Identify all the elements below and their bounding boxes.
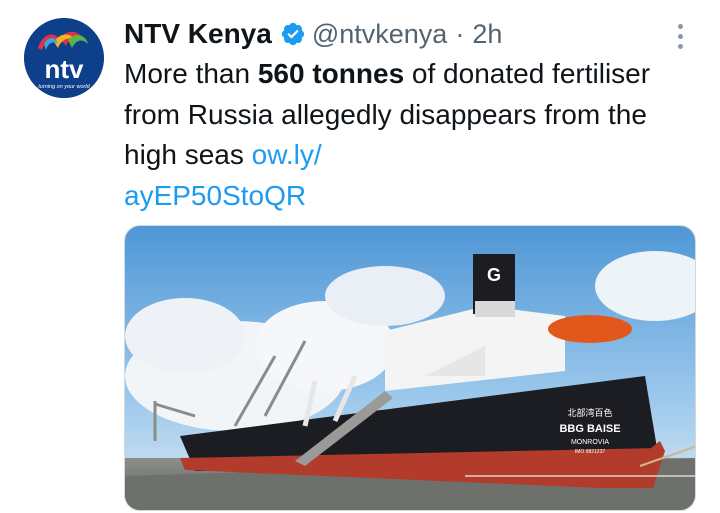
tweet-header: NTV Kenya @ntvkenya · 2h [124,14,502,54]
tweet-text-part1: More than [124,58,258,89]
tweet-media-photo[interactable]: 北部湾百色 BBG BAISE MONROVIA IMO 9821237 G [124,225,696,511]
tweet-text-bold: 560 tonnes [257,58,405,89]
tweet-text: More than 560 tonnes of donated fertilis… [124,54,704,216]
verified-badge-icon[interactable] [280,21,306,47]
svg-text:MONROVIA: MONROVIA [571,439,609,446]
author-display-name[interactable]: NTV Kenya [124,18,272,50]
avatar[interactable]: ntv turning on your world [24,18,104,98]
svg-text:turning on your world: turning on your world [38,84,90,90]
more-dot [677,43,683,49]
svg-text:G: G [487,265,501,285]
author-handle[interactable]: @ntvkenya [312,19,447,50]
ship-photo: 北部湾百色 BBG BAISE MONROVIA IMO 9821237 G [125,226,695,510]
tweet[interactable]: ntv turning on your world NTV Kenya @ntv… [0,0,720,513]
svg-text:ntv: ntv [45,54,85,84]
ntv-logo-icon: ntv turning on your world [24,18,104,98]
tweet-timestamp[interactable]: 2h [472,19,502,50]
more-dot [677,23,683,29]
tweet-link-line2: ayEP50StoQR [124,179,307,211]
more-options-icon[interactable] [666,20,694,52]
svg-text:北部湾百色: 北部湾百色 [567,407,612,419]
tweet-link-line1: ow.ly/ [251,139,322,170]
more-dot [677,33,683,39]
separator-dot: · [455,18,465,49]
svg-text:BBG BAISE: BBG BAISE [559,423,620,435]
svg-text:IMO 9821237: IMO 9821237 [575,449,606,455]
